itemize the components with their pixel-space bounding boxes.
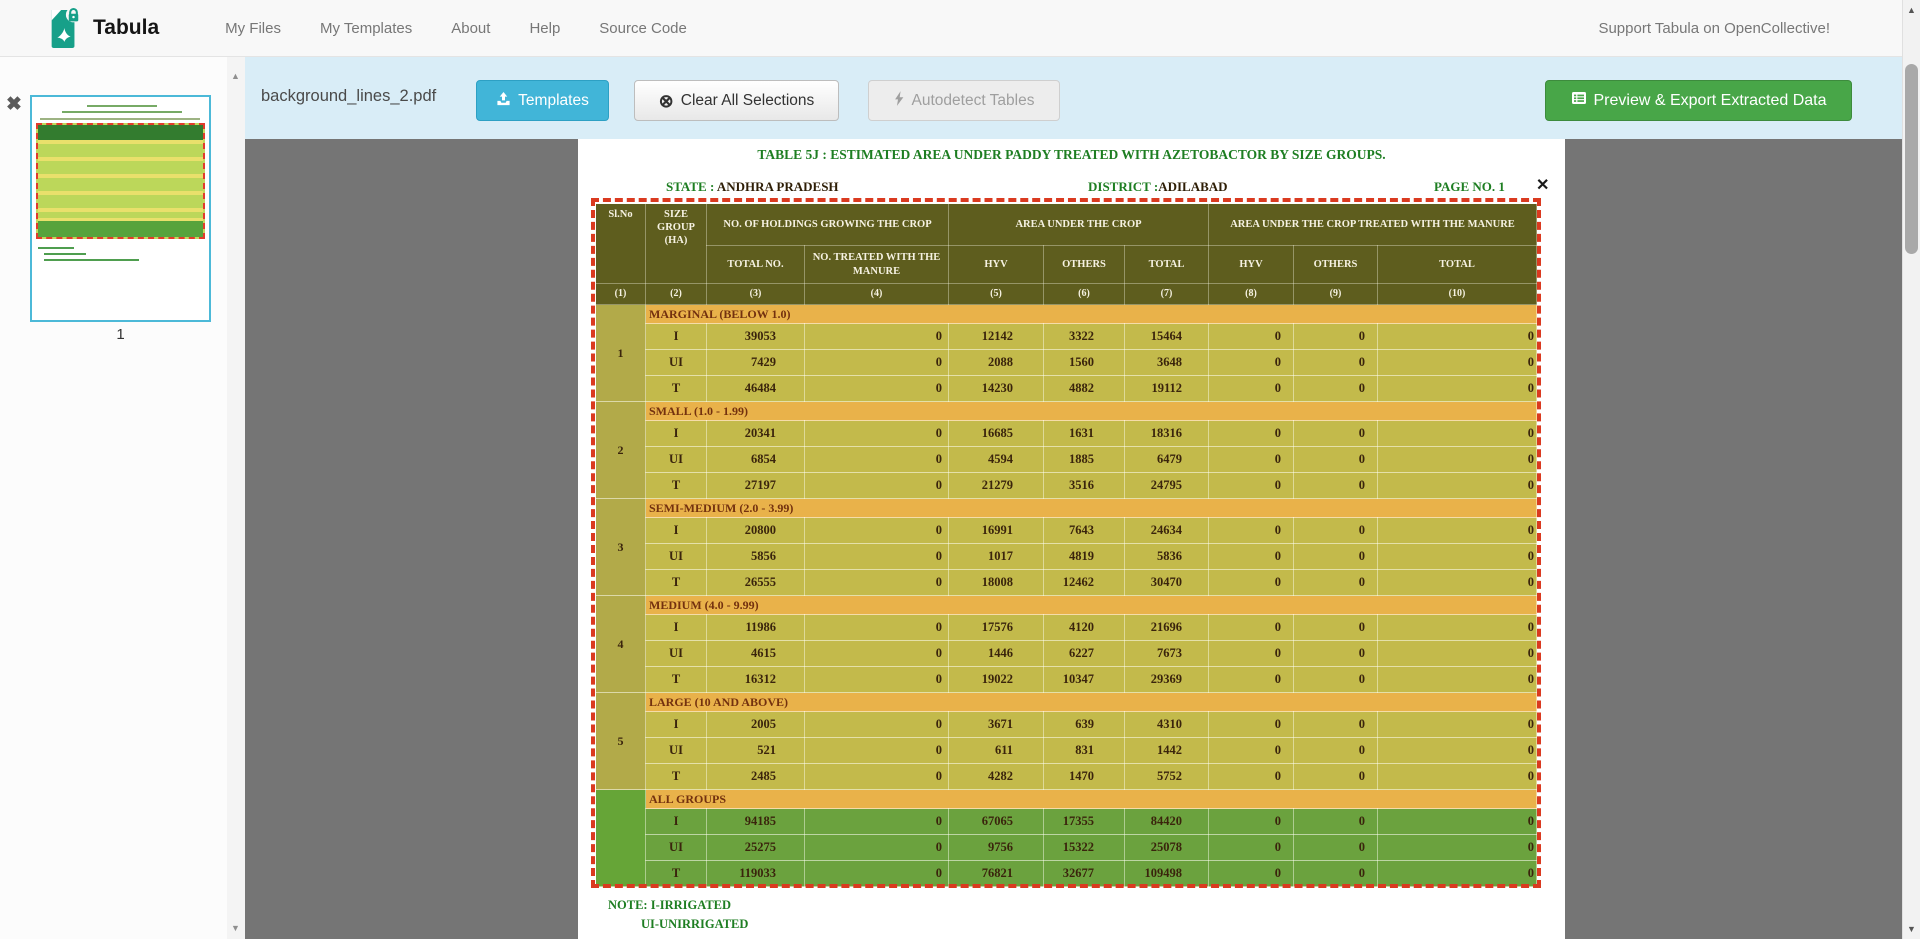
- table-list-icon: [1571, 90, 1587, 111]
- thumbnail-title-line: [62, 111, 182, 113]
- district-field: DISTRICT :ADILABAD: [1088, 179, 1228, 195]
- filename-label: background_lines_2.pdf: [261, 87, 436, 106]
- page-no-field: PAGE NO. 1: [1434, 179, 1505, 195]
- document-notes: NOTE: I-IRRIGATED UI-UNIRRIGATED: [608, 896, 748, 934]
- autodetect-tables-label: Autodetect Tables: [912, 92, 1035, 110]
- tabula-logo-icon: [45, 6, 83, 50]
- menu-item-my-files[interactable]: My Files: [225, 20, 281, 37]
- thumbnail-table-body: [38, 140, 203, 218]
- scrollbar-thumb[interactable]: [1905, 64, 1918, 254]
- export-button-label: Preview & Export Extracted Data: [1594, 92, 1827, 110]
- thumbnail-note-line: [44, 253, 86, 255]
- selection-close-button[interactable]: ✕: [1536, 175, 1549, 195]
- navbar: Tabula My Files My Templates About Help …: [0, 0, 1902, 57]
- note-line: NOTE: I-IRRIGATED: [608, 896, 748, 915]
- menu-item-source-code[interactable]: Source Code: [599, 20, 687, 37]
- document-title: TABLE 5J : ESTIMATED AREA UNDER PADDY TR…: [578, 147, 1565, 163]
- upload-icon: [496, 91, 511, 111]
- scroll-up-icon[interactable]: ▲: [1907, 5, 1916, 15]
- scroll-down-icon[interactable]: ▼: [231, 923, 240, 933]
- thumbnail-title-line: [87, 105, 157, 107]
- thumbnail-table-header: [38, 125, 203, 140]
- main-menu: My Files My Templates About Help Source …: [225, 20, 687, 37]
- toolbar: background_lines_2.pdf Templates ⊗ Clear…: [245, 57, 1902, 139]
- scroll-down-icon[interactable]: ▼: [1907, 924, 1916, 934]
- clear-selections-label: Clear All Selections: [681, 92, 815, 110]
- brand-title[interactable]: Tabula: [93, 16, 159, 40]
- thumbnail-table-preview: [36, 123, 205, 239]
- thumbnail-note-line: [38, 247, 74, 249]
- clear-selections-button[interactable]: ⊗ Clear All Selections: [634, 80, 839, 121]
- menu-item-my-templates[interactable]: My Templates: [320, 20, 412, 37]
- export-button[interactable]: Preview & Export Extracted Data: [1545, 80, 1852, 121]
- selection-box[interactable]: [591, 198, 1541, 888]
- templates-button[interactable]: Templates: [476, 80, 609, 121]
- autodetect-tables-button[interactable]: Autodetect Tables: [868, 80, 1060, 121]
- pdf-page[interactable]: TABLE 5J : ESTIMATED AREA UNDER PADDY TR…: [578, 139, 1565, 939]
- sidebar-scrollbar[interactable]: ▲ ▼: [227, 57, 245, 939]
- menu-item-help[interactable]: Help: [529, 20, 560, 37]
- thumbnail-table-footer: [38, 218, 203, 237]
- support-link[interactable]: Support Tabula on OpenCollective!: [1598, 20, 1830, 37]
- note-line: UI-UNIRRIGATED: [641, 915, 748, 934]
- menu-item-about[interactable]: About: [451, 20, 490, 37]
- page-thumbnail[interactable]: [30, 95, 211, 322]
- page-number-label: 1: [30, 326, 211, 343]
- remove-page-icon[interactable]: ✖: [6, 95, 22, 114]
- state-field: STATE : ANDHRA PRADESH: [666, 179, 839, 195]
- thumbnail-sidebar: ✖ 1 ▲ ▼: [0, 57, 245, 939]
- lightning-icon: [894, 91, 905, 111]
- pdf-viewer: TABLE 5J : ESTIMATED AREA UNDER PADDY TR…: [245, 139, 1902, 939]
- circle-x-icon: ⊗: [659, 92, 674, 110]
- window-scrollbar[interactable]: ▲ ▼: [1902, 0, 1920, 939]
- thumbnail-note-line: [44, 259, 139, 261]
- thumbnail-meta-line: [40, 118, 200, 120]
- scroll-up-icon[interactable]: ▲: [231, 71, 240, 81]
- templates-button-label: Templates: [518, 92, 589, 110]
- brand-wrap[interactable]: Tabula: [45, 6, 159, 50]
